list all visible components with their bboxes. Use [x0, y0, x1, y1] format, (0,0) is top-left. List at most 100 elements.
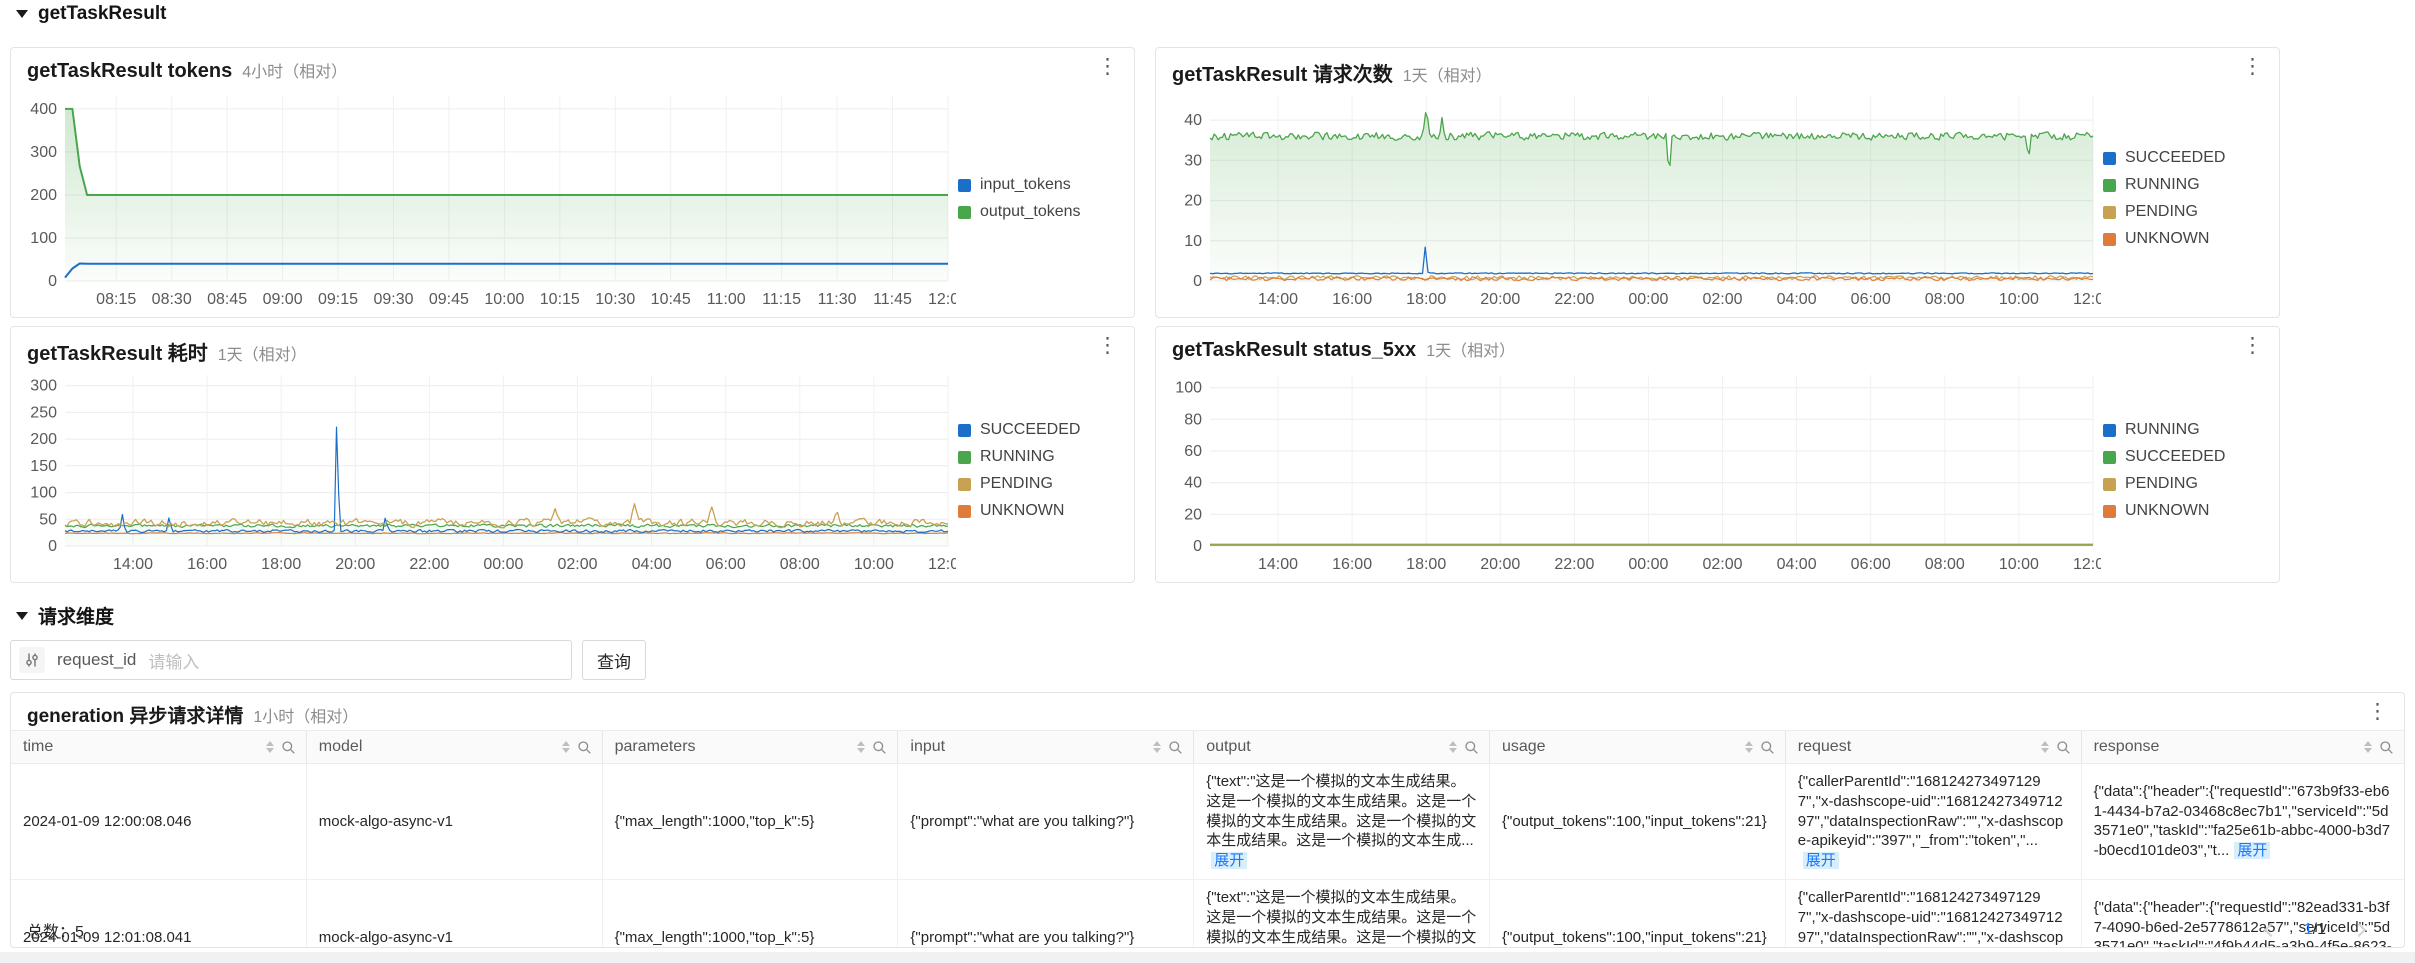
legend-swatch: [958, 477, 971, 491]
request-id-input[interactable]: request_id 请输入: [10, 640, 572, 680]
column-search-icon[interactable]: [2056, 740, 2071, 755]
chart-legend: SUCCEEDED RUNNING PENDING UNKNOWN: [2101, 84, 2275, 313]
column-search-icon[interactable]: [577, 740, 592, 755]
legend-item-succeeded[interactable]: SUCCEEDED: [2103, 149, 2275, 167]
legend-item-unknown[interactable]: UNKNOWN: [2103, 230, 2275, 248]
table-title: generation 异步请求详情: [27, 706, 244, 727]
svg-text:06:00: 06:00: [1851, 556, 1891, 573]
column-header-usage[interactable]: usage: [1490, 731, 1786, 763]
column-header-response[interactable]: response: [2082, 731, 2404, 763]
legend-item-pending[interactable]: PENDING: [2103, 475, 2275, 493]
svg-text:10:00: 10:00: [1999, 291, 2039, 308]
column-header-output[interactable]: output: [1194, 731, 1490, 763]
table-cell: mock-algo-async-v1: [307, 764, 603, 879]
page-indicator[interactable]: 1/1: [2304, 921, 2326, 939]
svg-text:18:00: 18:00: [1406, 556, 1446, 573]
panel-menu-icon[interactable]: ⋮: [1093, 54, 1122, 79]
legend-item-unknown[interactable]: UNKNOWN: [958, 502, 1130, 520]
table-row: 2024-01-09 12:00:08.046 mock-algo-async-v…: [11, 764, 2404, 880]
collapse-triangle-icon: [16, 10, 28, 18]
column-search-icon[interactable]: [281, 740, 296, 755]
legend-item-pending[interactable]: PENDING: [958, 475, 1130, 493]
cell-text: 2024-01-09 12:00:08.046: [23, 812, 192, 830]
column-header-model[interactable]: model: [307, 731, 603, 763]
sort-icon[interactable]: [265, 741, 274, 753]
cell-text: {"max_length":1000,"top_k":5}: [614, 812, 815, 830]
tokens-chart[interactable]: 0 100 200 300 400 08:15 08:30 08:45 09:00 09:15 09…: [15, 84, 956, 313]
column-search-icon[interactable]: [1760, 740, 1775, 755]
column-search-icon[interactable]: [872, 740, 887, 755]
legend-label: SUCCEEDED: [980, 421, 1081, 438]
request-detail-table-panel: generation 异步请求详情 1小时（相对） ⋮ time model par…: [10, 692, 2405, 948]
panel-menu-icon[interactable]: ⋮: [2363, 699, 2392, 724]
query-button[interactable]: 查询: [582, 640, 646, 680]
status-5xx-chart[interactable]: 0 20 40 60 80 100 14:00 16:00 18:00 20:00 22:00 00:…: [1160, 363, 2101, 578]
column-header-request[interactable]: request: [1786, 731, 2082, 763]
table-header-row: time model parameters input output usage reque…: [11, 730, 2404, 764]
legend-item-succeeded[interactable]: SUCCEEDED: [958, 421, 1130, 439]
svg-text:22:00: 22:00: [1554, 291, 1594, 308]
total-count: 总数：5: [27, 924, 84, 941]
next-page-button[interactable]: [2351, 922, 2367, 938]
svg-text:08:00: 08:00: [1925, 291, 1965, 308]
section-request-dimension[interactable]: 请求维度: [16, 602, 114, 629]
panel-title: getTaskResult status_5xx: [1172, 339, 1417, 361]
sort-icon[interactable]: [2363, 741, 2372, 753]
svg-text:08:45: 08:45: [207, 291, 247, 308]
legend-item-unknown[interactable]: UNKNOWN: [2103, 502, 2275, 520]
panel-menu-icon[interactable]: ⋮: [2238, 333, 2267, 358]
svg-text:11:30: 11:30: [818, 291, 857, 308]
legend-item-running[interactable]: RUNNING: [2103, 176, 2275, 194]
svg-text:08:00: 08:00: [780, 556, 820, 573]
svg-text:11:15: 11:15: [762, 291, 801, 308]
legend-label: UNKNOWN: [2125, 230, 2210, 247]
svg-text:60: 60: [1184, 443, 1202, 460]
legend-label: output_tokens: [980, 203, 1081, 220]
svg-text:10:45: 10:45: [651, 291, 691, 308]
svg-text:12:00: 12:00: [2073, 291, 2101, 308]
svg-text:40: 40: [1184, 475, 1202, 492]
legend-item-running[interactable]: RUNNING: [2103, 421, 2275, 439]
svg-text:20:00: 20:00: [1480, 291, 1520, 308]
svg-text:12:00: 12:00: [928, 291, 956, 308]
column-header-parameters[interactable]: parameters: [603, 731, 899, 763]
svg-text:400: 400: [30, 101, 57, 118]
expand-link[interactable]: 展开: [1802, 852, 1839, 870]
svg-text:14:00: 14:00: [1258, 556, 1298, 573]
column-search-icon[interactable]: [1464, 740, 1479, 755]
column-label: time: [23, 738, 54, 755]
column-label: input: [910, 738, 946, 755]
prev-page-button[interactable]: [2263, 922, 2278, 938]
panel-menu-icon[interactable]: ⋮: [2238, 54, 2267, 79]
panel-menu-icon[interactable]: ⋮: [1093, 333, 1122, 358]
column-search-icon[interactable]: [1168, 740, 1183, 755]
column-header-time[interactable]: time: [11, 731, 307, 763]
sort-icon[interactable]: [2040, 741, 2049, 753]
sort-icon[interactable]: [1744, 741, 1753, 753]
legend-item-input_tokens[interactable]: input_tokens: [958, 176, 1130, 194]
legend-label: PENDING: [2125, 203, 2198, 220]
svg-text:12:00: 12:00: [928, 556, 956, 573]
panel-head: generation 异步请求详情 1小时（相对）: [11, 693, 2404, 728]
legend-item-pending[interactable]: PENDING: [2103, 203, 2275, 221]
svg-text:200: 200: [30, 431, 57, 448]
sort-icon[interactable]: [1153, 741, 1162, 753]
svg-text:20:00: 20:00: [335, 556, 375, 573]
column-search-icon[interactable]: [2379, 740, 2394, 755]
svg-text:300: 300: [30, 378, 57, 395]
legend-item-output_tokens[interactable]: output_tokens: [958, 203, 1130, 221]
expand-link[interactable]: 展开: [1211, 852, 1248, 870]
svg-text:10: 10: [1184, 233, 1202, 250]
sort-icon[interactable]: [561, 741, 570, 753]
sort-icon[interactable]: [1448, 741, 1457, 753]
request-count-chart[interactable]: 0 10 20 30 40 14:00 16:00 18:00 20:00 22:00 00:00 0…: [1160, 84, 2101, 313]
legend-item-succeeded[interactable]: SUCCEEDED: [2103, 448, 2275, 466]
latency-chart[interactable]: 0 50 100 150 200 250 300 14:00 16:00 18:00 20:00 22…: [15, 363, 956, 578]
sort-icon[interactable]: [857, 741, 866, 753]
column-header-input[interactable]: input: [898, 731, 1195, 763]
expand-link[interactable]: 展开: [2234, 842, 2271, 860]
legend-item-running[interactable]: RUNNING: [958, 448, 1130, 466]
section-gettaskresult[interactable]: getTaskResult: [16, 3, 166, 25]
svg-text:16:00: 16:00: [1332, 291, 1372, 308]
table-time-range: 1小时（相对）: [253, 709, 359, 726]
